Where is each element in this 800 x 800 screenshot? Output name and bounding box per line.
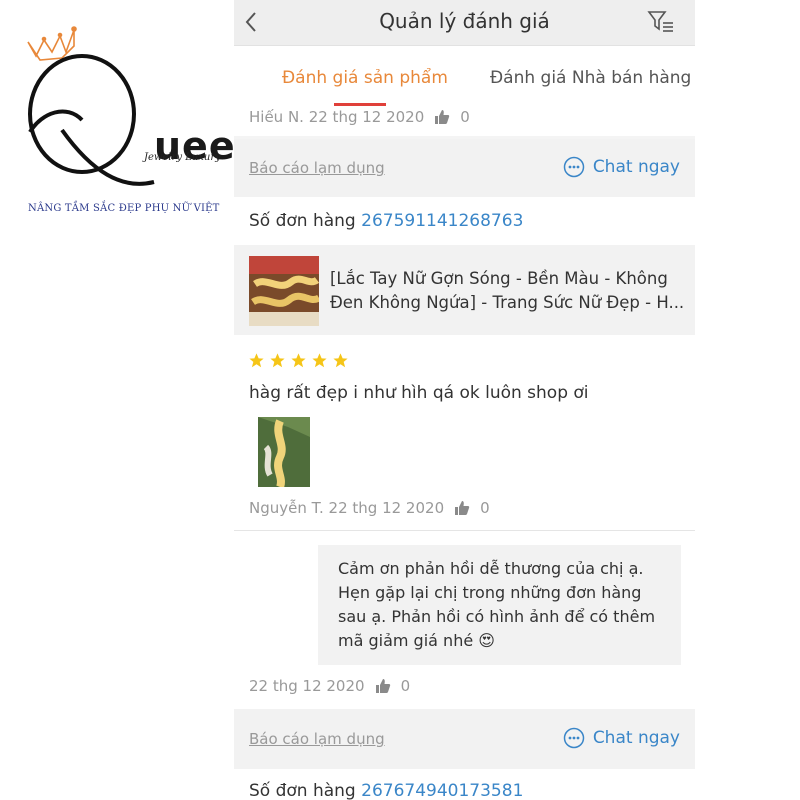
review-body: hàg rất đẹp i như hìh qá ok luôn shop ơi…: [234, 335, 695, 530]
thumbs-up-icon[interactable]: [454, 500, 470, 516]
filter-list-icon[interactable]: [647, 9, 675, 35]
chat-now-label: Chat ngay: [592, 157, 680, 177]
order-row: Số đơn hàng 267591141268763: [234, 197, 695, 245]
star-icon: [270, 353, 285, 368]
thumbs-up-icon[interactable]: [375, 678, 391, 694]
star-icon: [312, 353, 327, 368]
reply-date: 22 thg 12 2020: [249, 677, 365, 695]
review-text: hàg rất đẹp i như hìh qá ok luôn shop ơi: [249, 383, 589, 403]
star-icon: [291, 353, 306, 368]
order-number-link[interactable]: 267674940173581: [361, 781, 523, 800]
thumbs-up-icon[interactable]: [434, 109, 450, 125]
active-tab-underline: [334, 103, 386, 106]
chat-now-label: Chat ngay: [592, 728, 680, 748]
chat-now-button[interactable]: Chat ngay: [563, 727, 680, 749]
crown-icon: [27, 26, 77, 61]
order-row: Số đơn hàng 267674940173581: [234, 769, 695, 800]
q-letter-icon: [28, 54, 155, 186]
tab-product-reviews[interactable]: Đánh giá sản phẩm: [282, 68, 448, 88]
like-count: 0: [480, 499, 490, 517]
order-label: Số đơn hàng: [249, 211, 356, 231]
seller-reply-bubble: Cảm ơn phản hồi dễ thương của chị ạ. Hẹn…: [318, 545, 681, 665]
review-author-date: Nguyễn T. 22 thg 12 2020: [249, 499, 445, 517]
brand-logo: ueen Jewelry Luxury: [22, 22, 263, 222]
review-management-screen: Quản lý đánh giá Đánh giá sản phẩm Đánh …: [234, 0, 695, 800]
tab-seller-reviews[interactable]: Đánh giá Nhà bán hàng: [490, 68, 691, 88]
report-abuse-link[interactable]: Báo cáo lạm dụng: [249, 730, 385, 748]
like-count: 0: [400, 677, 411, 695]
seller-reply-section: Cảm ơn phản hồi dễ thương của chị ạ. Hẹn…: [234, 531, 695, 709]
review-photo[interactable]: [258, 417, 310, 487]
chat-bubble-icon: [563, 156, 585, 178]
review-tabs: Đánh giá sản phẩm Đánh giá Nhà bán hàng: [234, 46, 695, 108]
order-number-link[interactable]: 267591141268763: [361, 211, 523, 231]
review-action-bar: Báo cáo lạm dụng Chat ngay: [234, 709, 695, 769]
logo-subtitle: Jewelry Luxury: [144, 152, 221, 163]
order-label: Số đơn hàng: [249, 781, 356, 800]
star-icon: [249, 353, 264, 368]
star-rating: [248, 352, 349, 369]
product-thumbnail: [249, 256, 319, 326]
like-count: 0: [460, 108, 470, 126]
navigation-bar: Quản lý đánh giá: [234, 0, 695, 46]
report-abuse-link[interactable]: Báo cáo lạm dụng: [249, 159, 385, 177]
page-title: Quản lý đánh giá: [379, 9, 550, 33]
product-name: [Lắc Tay Nữ Gợn Sóng - Bền Màu - Không Đ…: [330, 269, 685, 312]
review-action-bar: Báo cáo lạm dụng Chat ngay: [234, 139, 695, 197]
logo-tagline: NÂNG TẦM SẮC ĐẸP PHỤ NỮ VIỆT: [28, 203, 220, 214]
chat-now-button[interactable]: Chat ngay: [563, 156, 680, 178]
product-card[interactable]: [Lắc Tay Nữ Gợn Sóng - Bền Màu - Không Đ…: [234, 245, 695, 335]
review-author-date: Hiếu N. 22 thg 12 2020: [249, 108, 425, 126]
review-meta-row: Hiếu N. 22 thg 12 2020 0: [234, 108, 695, 136]
star-icon: [333, 353, 348, 368]
chat-bubble-icon: [563, 727, 585, 749]
